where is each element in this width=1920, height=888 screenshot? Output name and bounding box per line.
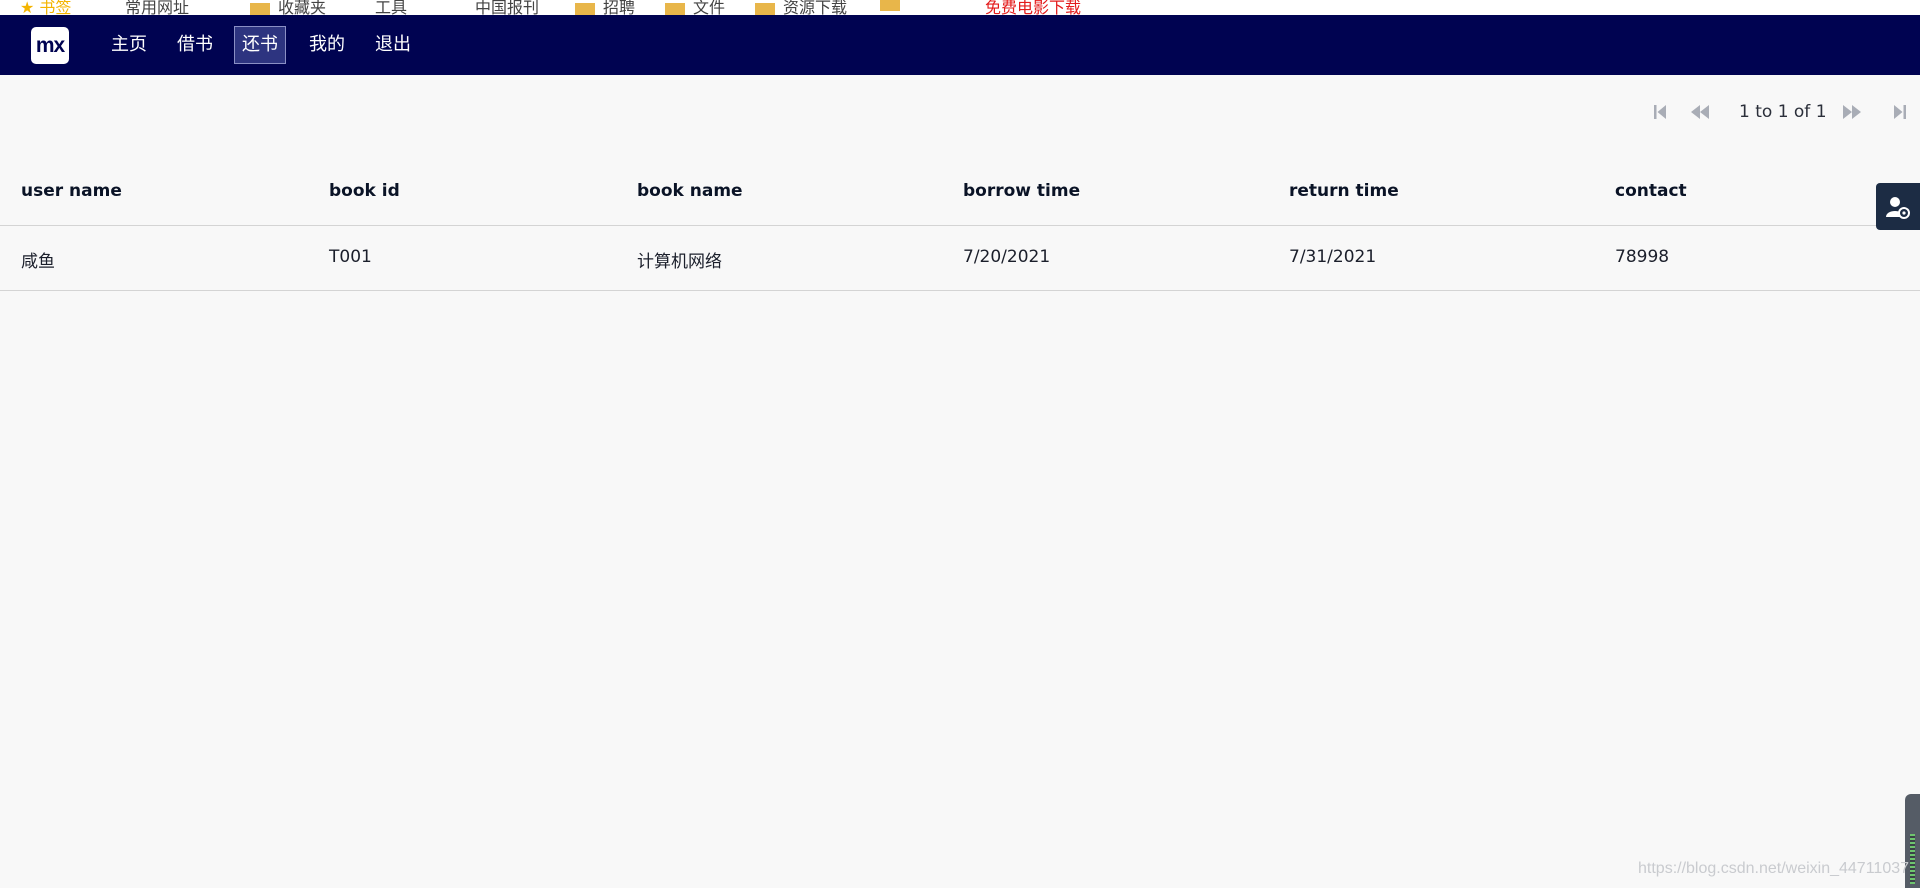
cell-borrow-time: 7/20/2021 [963,247,1051,267]
bookmark-folder[interactable]: 文件 [665,0,725,15]
bookmark-folder[interactable]: 资源下载 [755,0,847,15]
last-page-button[interactable] [1885,96,1915,128]
next-page-icon [1843,105,1861,119]
bookmark-item[interactable]: 工具 [375,0,407,15]
bookmark-item[interactable]: ★ 书签 [20,0,71,15]
user-settings-icon [1886,196,1910,219]
pagination-bar: 1 to 1 of 1 [1645,96,1920,128]
app-logo[interactable]: mx [31,27,69,64]
last-page-icon [1894,105,1906,119]
cell-contact: 78998 [1615,247,1670,267]
column-header-return-time[interactable]: return time [1289,181,1399,201]
row-divider [0,290,1920,291]
cell-book-id: T001 [329,247,372,267]
bookmark-folder[interactable]: 招聘 [575,0,635,15]
bookmark-item[interactable]: 常用网址 [125,0,189,15]
cell-book-name: 计算机网络 [637,252,722,272]
column-header-contact[interactable]: contact [1615,181,1687,201]
pagination-status: 1 to 1 of 1 [1739,102,1827,122]
header-divider [0,225,1920,226]
scroll-level-bar [1910,834,1915,884]
bookmark-item[interactable]: 中国报刊 [475,0,539,15]
next-page-button[interactable] [1837,96,1867,128]
first-page-button[interactable] [1645,96,1675,128]
column-header-book-name[interactable]: book name [637,181,743,201]
nav-item-mine[interactable]: 我的 [302,26,352,64]
bookmark-folder[interactable]: 收藏夹 [250,0,326,15]
bookmarks-bar: ★ 书签 常用网址 收藏夹 工具 中国报刊 招聘 文件 资源下载 免费电影下载 [0,0,1920,15]
nav-item-return[interactable]: 还书 [234,26,286,64]
watermark-text: https://blog.csdn.net/weixin_44711037 [1638,860,1910,877]
nav-item-home[interactable]: 主页 [104,26,154,64]
previous-page-button[interactable] [1685,96,1715,128]
top-navbar: mx 主页 借书 还书 我的 退出 [0,15,1920,75]
cell-user-name: 咸鱼 [21,252,55,272]
bookmark-folder[interactable] [880,0,908,13]
bookmark-item[interactable]: 免费电影下载 [985,0,1081,15]
side-profile-widget[interactable] [1876,183,1920,230]
nav-item-logout[interactable]: 退出 [368,26,418,64]
column-header-borrow-time[interactable]: borrow time [963,181,1080,201]
nav-item-borrow[interactable]: 借书 [170,26,220,64]
column-header-book-id[interactable]: book id [329,181,400,201]
first-page-icon [1654,105,1666,119]
previous-page-icon [1691,105,1709,119]
cell-return-time: 7/31/2021 [1289,247,1377,267]
column-header-user-name[interactable]: user name [21,181,122,201]
